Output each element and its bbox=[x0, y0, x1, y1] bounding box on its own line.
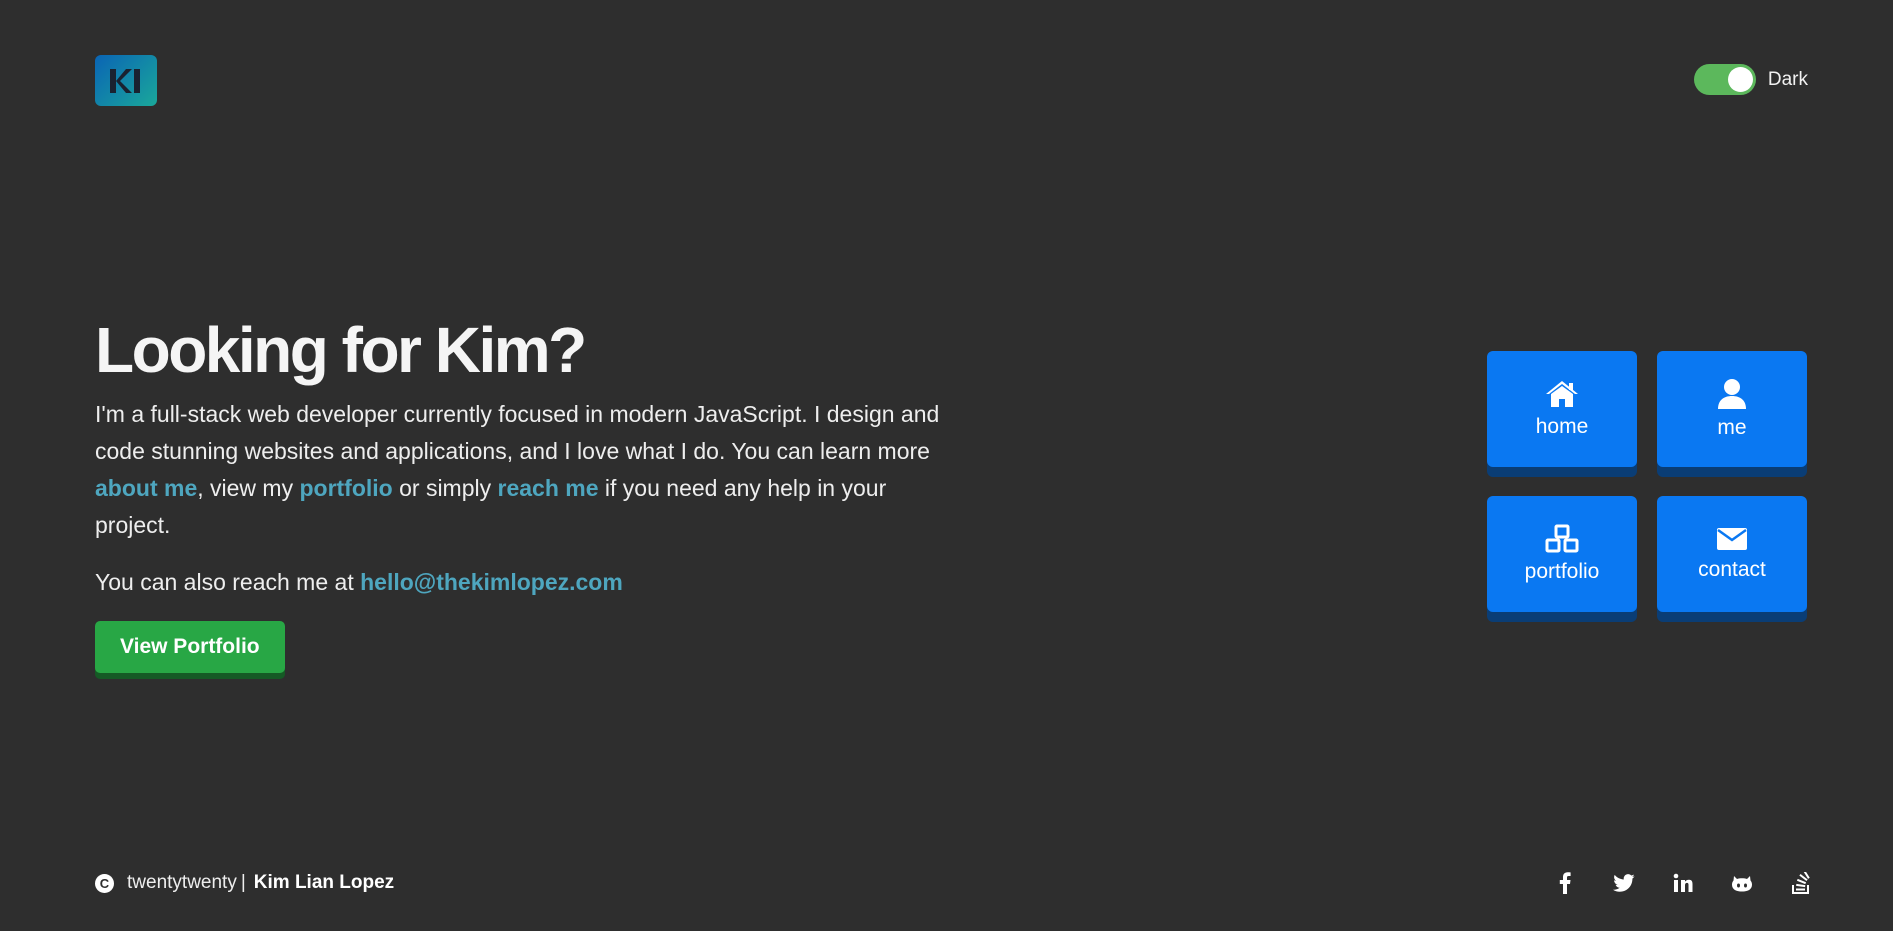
cubes-icon bbox=[1545, 524, 1579, 553]
tile-label-portfolio: portfolio bbox=[1524, 560, 1600, 583]
tile-label-home: home bbox=[1535, 415, 1589, 438]
linkedin-link[interactable] bbox=[1653, 870, 1712, 896]
footer-author: Kim Lian Lopez bbox=[253, 872, 395, 893]
linkedin-icon bbox=[1673, 873, 1692, 892]
github-link[interactable] bbox=[1712, 870, 1771, 896]
logo-mark-icon bbox=[110, 68, 140, 93]
twitter-icon bbox=[1612, 874, 1635, 892]
envelope-icon bbox=[1717, 528, 1747, 550]
intro-text-start: I'm a full-stack web developer currently… bbox=[95, 401, 940, 464]
user-icon bbox=[1718, 379, 1746, 409]
copyright-icon: C bbox=[95, 873, 114, 893]
theme-toggle[interactable]: Dark bbox=[1693, 64, 1808, 95]
portfolio-link[interactable]: portfolio bbox=[299, 475, 392, 501]
tile-label-contact: contact bbox=[1698, 558, 1766, 581]
footer-copyright: C twentytwenty | Kim Lian Lopez bbox=[95, 872, 394, 894]
reach-text: You can also reach me at bbox=[95, 569, 361, 595]
page-title: Looking for Kim? bbox=[95, 314, 587, 386]
tile-portfolio[interactable]: portfolio bbox=[1487, 496, 1637, 612]
reach-paragraph: You can also reach me at hello@thekimlop… bbox=[95, 564, 945, 601]
footer-year: twentytwenty bbox=[127, 872, 237, 893]
view-portfolio-button[interactable]: View Portfolio bbox=[95, 621, 285, 673]
twitter-link[interactable] bbox=[1594, 870, 1653, 896]
hero-section: Looking for Kim? I'm a full-stack web de… bbox=[95, 310, 945, 673]
tile-home[interactable]: home bbox=[1487, 351, 1637, 467]
switch-knob bbox=[1727, 67, 1753, 92]
intro-paragraph: I'm a full-stack web developer currently… bbox=[95, 396, 945, 544]
facebook-link[interactable] bbox=[1535, 870, 1594, 896]
tile-label-me: me bbox=[1717, 416, 1747, 439]
tile-me[interactable]: me bbox=[1657, 351, 1807, 467]
site-logo[interactable] bbox=[95, 55, 157, 106]
theme-label: Dark bbox=[1767, 68, 1808, 90]
about-me-link[interactable]: about me bbox=[95, 475, 197, 501]
stackoverflow-link[interactable] bbox=[1771, 870, 1830, 896]
stackoverflow-icon bbox=[1791, 872, 1810, 894]
github-icon bbox=[1731, 876, 1752, 892]
social-links bbox=[1535, 870, 1830, 896]
home-icon bbox=[1546, 381, 1578, 407]
footer-separator: | bbox=[240, 872, 246, 893]
facebook-icon bbox=[1559, 872, 1571, 894]
tile-contact[interactable]: contact bbox=[1657, 496, 1807, 612]
intro-text-mid2: or simply bbox=[392, 475, 498, 501]
dark-mode-switch[interactable] bbox=[1693, 64, 1756, 95]
email-link[interactable]: hello@thekimlopez.com bbox=[360, 569, 623, 595]
reach-me-link[interactable]: reach me bbox=[498, 475, 599, 501]
intro-text-mid1: , view my bbox=[197, 475, 300, 501]
